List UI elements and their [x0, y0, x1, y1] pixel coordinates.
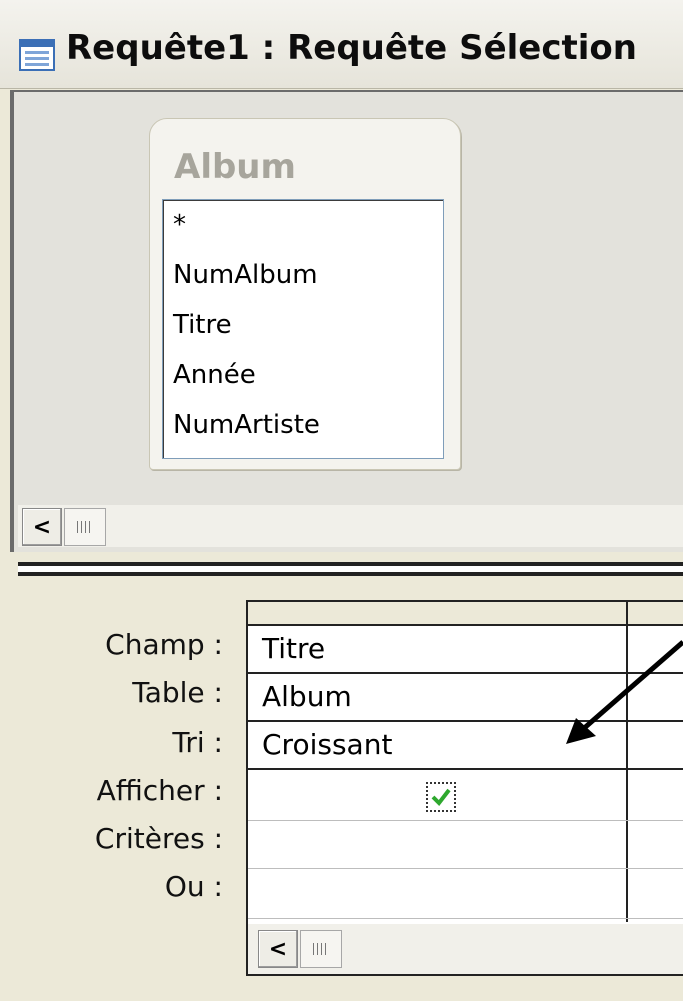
grip-icon — [313, 943, 329, 955]
field-list-body[interactable]: * NumAlbum Titre Année NumArtiste — [162, 199, 444, 459]
row-label-criteres: Critères : — [94, 822, 223, 855]
check-icon — [430, 786, 452, 808]
afficher-checkbox[interactable] — [426, 782, 456, 812]
column-header[interactable] — [248, 602, 683, 626]
grip-icon — [77, 521, 93, 533]
pane-splitter[interactable] — [18, 562, 683, 576]
cell-champ[interactable]: Titre — [262, 632, 325, 665]
table-pane-scrollbar[interactable]: < — [18, 505, 683, 547]
row-divider — [248, 820, 683, 821]
field-list-album[interactable]: Album * NumAlbum Titre Année NumArtiste — [149, 118, 461, 470]
grid-scroll-thumb[interactable] — [300, 930, 342, 968]
field-item-numartiste[interactable]: NumArtiste — [173, 410, 320, 440]
table-pane: Album * NumAlbum Titre Année NumArtiste — [10, 90, 683, 552]
row-label-ou: Ou : — [164, 870, 223, 903]
annotation-arrow — [566, 640, 683, 744]
row-label-champ: Champ : — [105, 628, 223, 661]
scroll-thumb[interactable] — [64, 508, 106, 546]
query-icon — [19, 39, 55, 71]
row-label-afficher: Afficher : — [96, 774, 223, 807]
row-divider — [248, 768, 683, 770]
field-list-title: Album — [174, 147, 296, 187]
row-label-tri: Tri : — [172, 726, 223, 759]
field-item-all[interactable]: * — [173, 210, 186, 240]
window-title: Requête1 : Requête Sélection — [66, 28, 637, 68]
grid-scrollbar[interactable]: < — [248, 924, 683, 974]
row-divider — [248, 918, 683, 919]
title-bar: Requête1 : Requête Sélection — [0, 0, 683, 89]
cell-tri[interactable]: Croissant — [262, 728, 392, 761]
field-item-annee[interactable]: Année — [173, 360, 256, 390]
field-item-titre[interactable]: Titre — [173, 310, 232, 340]
field-item-numalbum[interactable]: NumAlbum — [173, 260, 318, 290]
row-label-table: Table : — [132, 676, 223, 709]
scroll-left-button[interactable]: < — [22, 508, 62, 546]
row-divider — [248, 868, 683, 869]
grid-scroll-left-button[interactable]: < — [258, 930, 298, 968]
cell-table[interactable]: Album — [262, 680, 352, 713]
